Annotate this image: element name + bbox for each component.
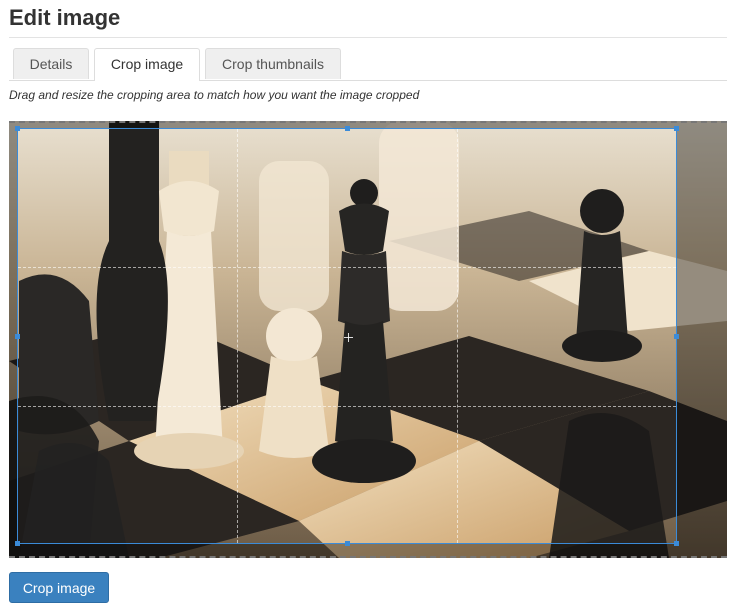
tab-details[interactable]: Details (13, 48, 89, 79)
crop-selection-box[interactable] (15, 126, 679, 546)
crop-handle-left[interactable] (15, 334, 20, 339)
tab-bar: Details Crop image Crop thumbnails (9, 48, 727, 81)
crop-handle-bottom-left[interactable] (15, 541, 20, 546)
crop-handle-top[interactable] (345, 126, 350, 131)
crop-guide-vertical-1 (237, 129, 238, 543)
crop-handle-top-left[interactable] (15, 126, 20, 131)
crop-center-icon (344, 333, 353, 342)
title-divider (9, 37, 727, 38)
crop-guide-horizontal-2 (18, 406, 676, 407)
crop-handle-bottom-right[interactable] (674, 541, 679, 546)
crop-handle-bottom[interactable] (345, 541, 350, 546)
tab-crop-image[interactable]: Crop image (94, 48, 200, 81)
image-bottom-edge (9, 556, 727, 558)
crop-guide-horizontal-1 (18, 267, 676, 268)
crop-instructions: Drag and resize the cropping area to mat… (9, 88, 420, 102)
crop-guide-vertical-2 (457, 129, 458, 543)
tab-crop-thumbnails[interactable]: Crop thumbnails (205, 48, 341, 79)
crop-shade-right (677, 128, 727, 544)
crop-handle-right[interactable] (674, 334, 679, 339)
crop-handle-top-right[interactable] (674, 126, 679, 131)
image-top-edge (9, 121, 727, 123)
crop-image-button[interactable]: Crop image (9, 572, 109, 603)
crop-canvas[interactable] (9, 121, 727, 558)
page-title: Edit image (9, 5, 121, 30)
